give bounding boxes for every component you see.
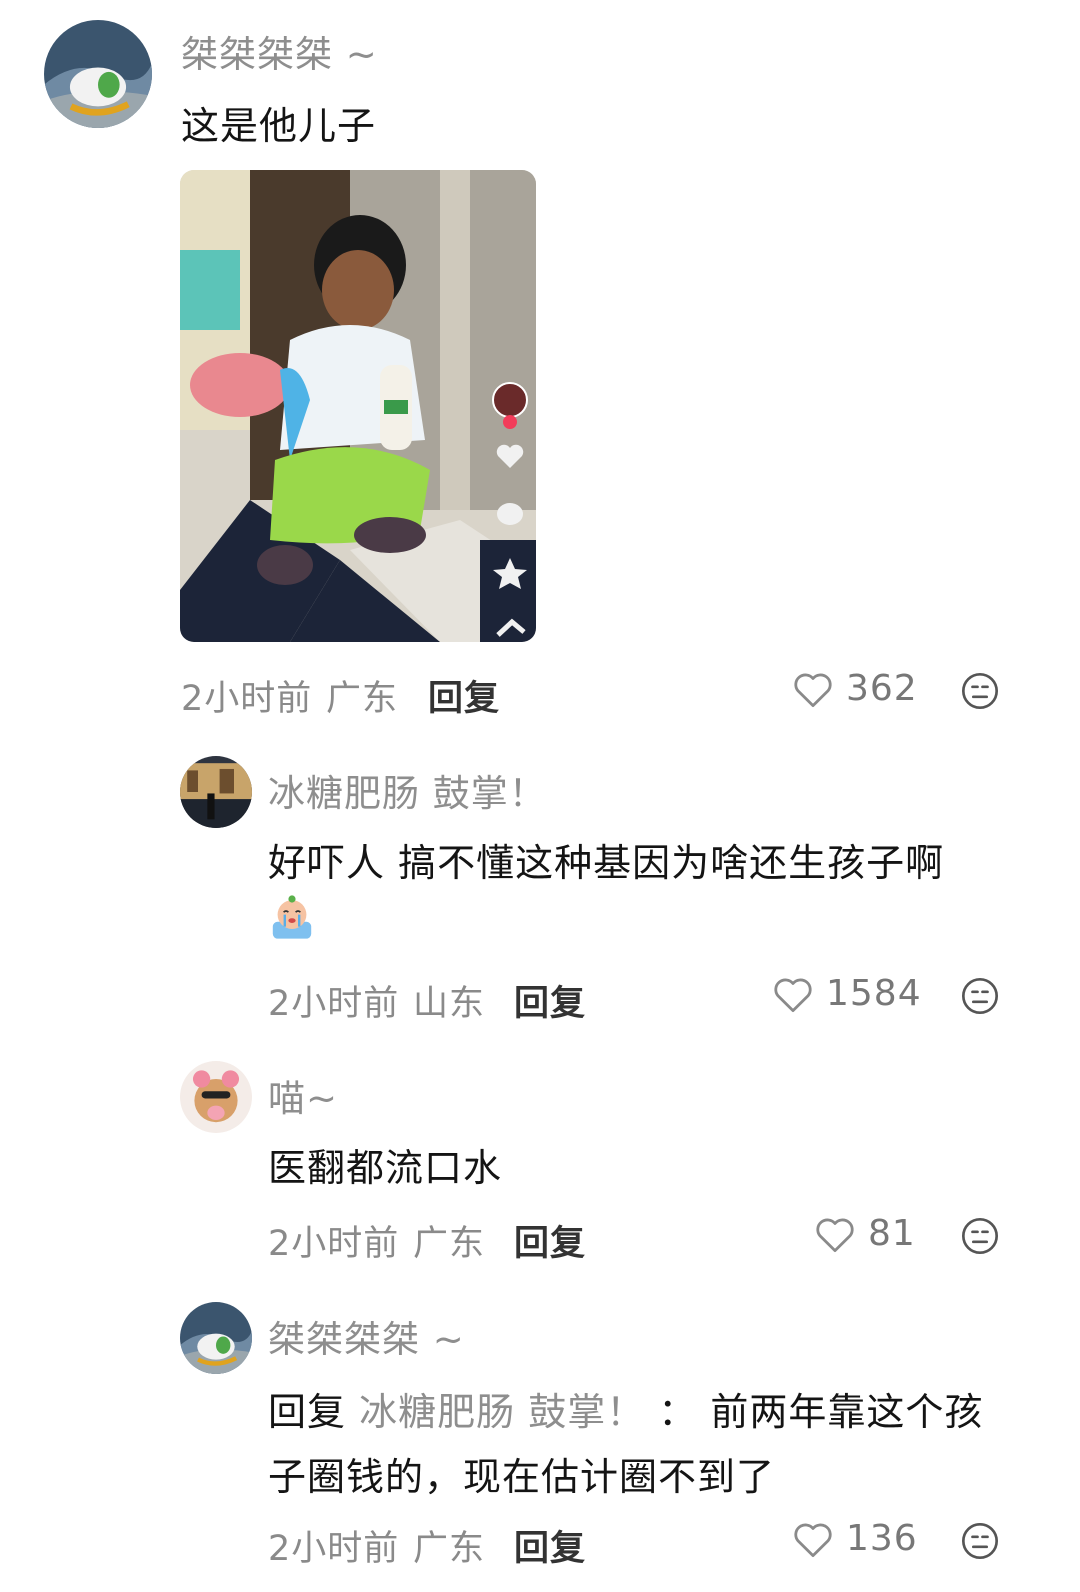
comment-username[interactable]: 喵~ <box>268 1068 338 1122</box>
comment-text: 回复 冰糖肥肠 鼓掌！ ： 前两年靠这个孩 <box>268 1381 983 1436</box>
reply-button[interactable]: 回复 <box>514 1520 586 1571</box>
comment-username[interactable]: 冰糖肥肠 鼓掌！ <box>268 763 547 817</box>
neutral-face-icon[interactable] <box>960 1216 1000 1256</box>
reply-prefix: 回复 <box>268 1390 347 1434</box>
comment-text: 好吓人 搞不懂这种基因为啥还生孩子啊 <box>268 841 945 885</box>
like-count: 81 <box>868 1213 916 1254</box>
comment-location: 广东 <box>413 1224 486 1264</box>
comment-text-part: 前两年靠这个孩 <box>710 1390 984 1434</box>
comment-text-line2: 子圈钱的，现在估计圈不到了 <box>268 1455 776 1499</box>
comment-time: 2小时前 <box>268 1529 400 1569</box>
heart-outline-icon <box>774 978 812 1012</box>
avatar[interactable] <box>44 20 152 128</box>
reply-button[interactable]: 回复 <box>514 975 586 1026</box>
comment-location: 广东 <box>326 679 399 719</box>
comment-username[interactable]: 桀桀桀桀 ~ <box>268 1309 465 1363</box>
comment-username[interactable]: 桀桀桀桀 ~ <box>181 24 378 78</box>
comment-location: 山东 <box>413 984 486 1024</box>
avatar[interactable] <box>180 1061 252 1133</box>
like-button[interactable]: 362 <box>792 668 918 709</box>
neutral-face-icon[interactable] <box>960 976 1000 1016</box>
heart-outline-icon <box>794 1523 832 1557</box>
comment-text: 医翻都流口水 <box>268 1146 503 1190</box>
comment-time: 2小时前 <box>268 984 400 1024</box>
comment-time: 2小时前 <box>181 679 313 719</box>
heart-outline-icon <box>794 673 832 707</box>
avatar[interactable] <box>180 1302 252 1374</box>
reply-button[interactable]: 回复 <box>514 1215 586 1266</box>
like-count: 1584 <box>826 973 922 1014</box>
like-count: 362 <box>846 668 918 709</box>
mention-link[interactable]: 冰糖肥肠 鼓掌！ <box>359 1390 645 1434</box>
like-button[interactable]: 1584 <box>772 973 922 1014</box>
neutral-face-icon[interactable] <box>960 671 1000 711</box>
comment-location: 广东 <box>413 1529 486 1569</box>
heart-outline-icon <box>816 1218 854 1252</box>
avatar[interactable] <box>180 756 252 828</box>
comment-photo[interactable] <box>180 170 536 642</box>
crying-emoji-icon <box>272 895 312 939</box>
like-button[interactable]: 81 <box>814 1213 916 1254</box>
neutral-face-icon[interactable] <box>960 1521 1000 1561</box>
like-count: 136 <box>846 1518 918 1559</box>
reply-button[interactable]: 回复 <box>428 670 500 721</box>
comment-text: 这是他儿子 <box>181 104 377 148</box>
like-button[interactable]: 136 <box>792 1518 918 1559</box>
separator: ： <box>658 1390 698 1434</box>
comment-time: 2小时前 <box>268 1224 400 1264</box>
